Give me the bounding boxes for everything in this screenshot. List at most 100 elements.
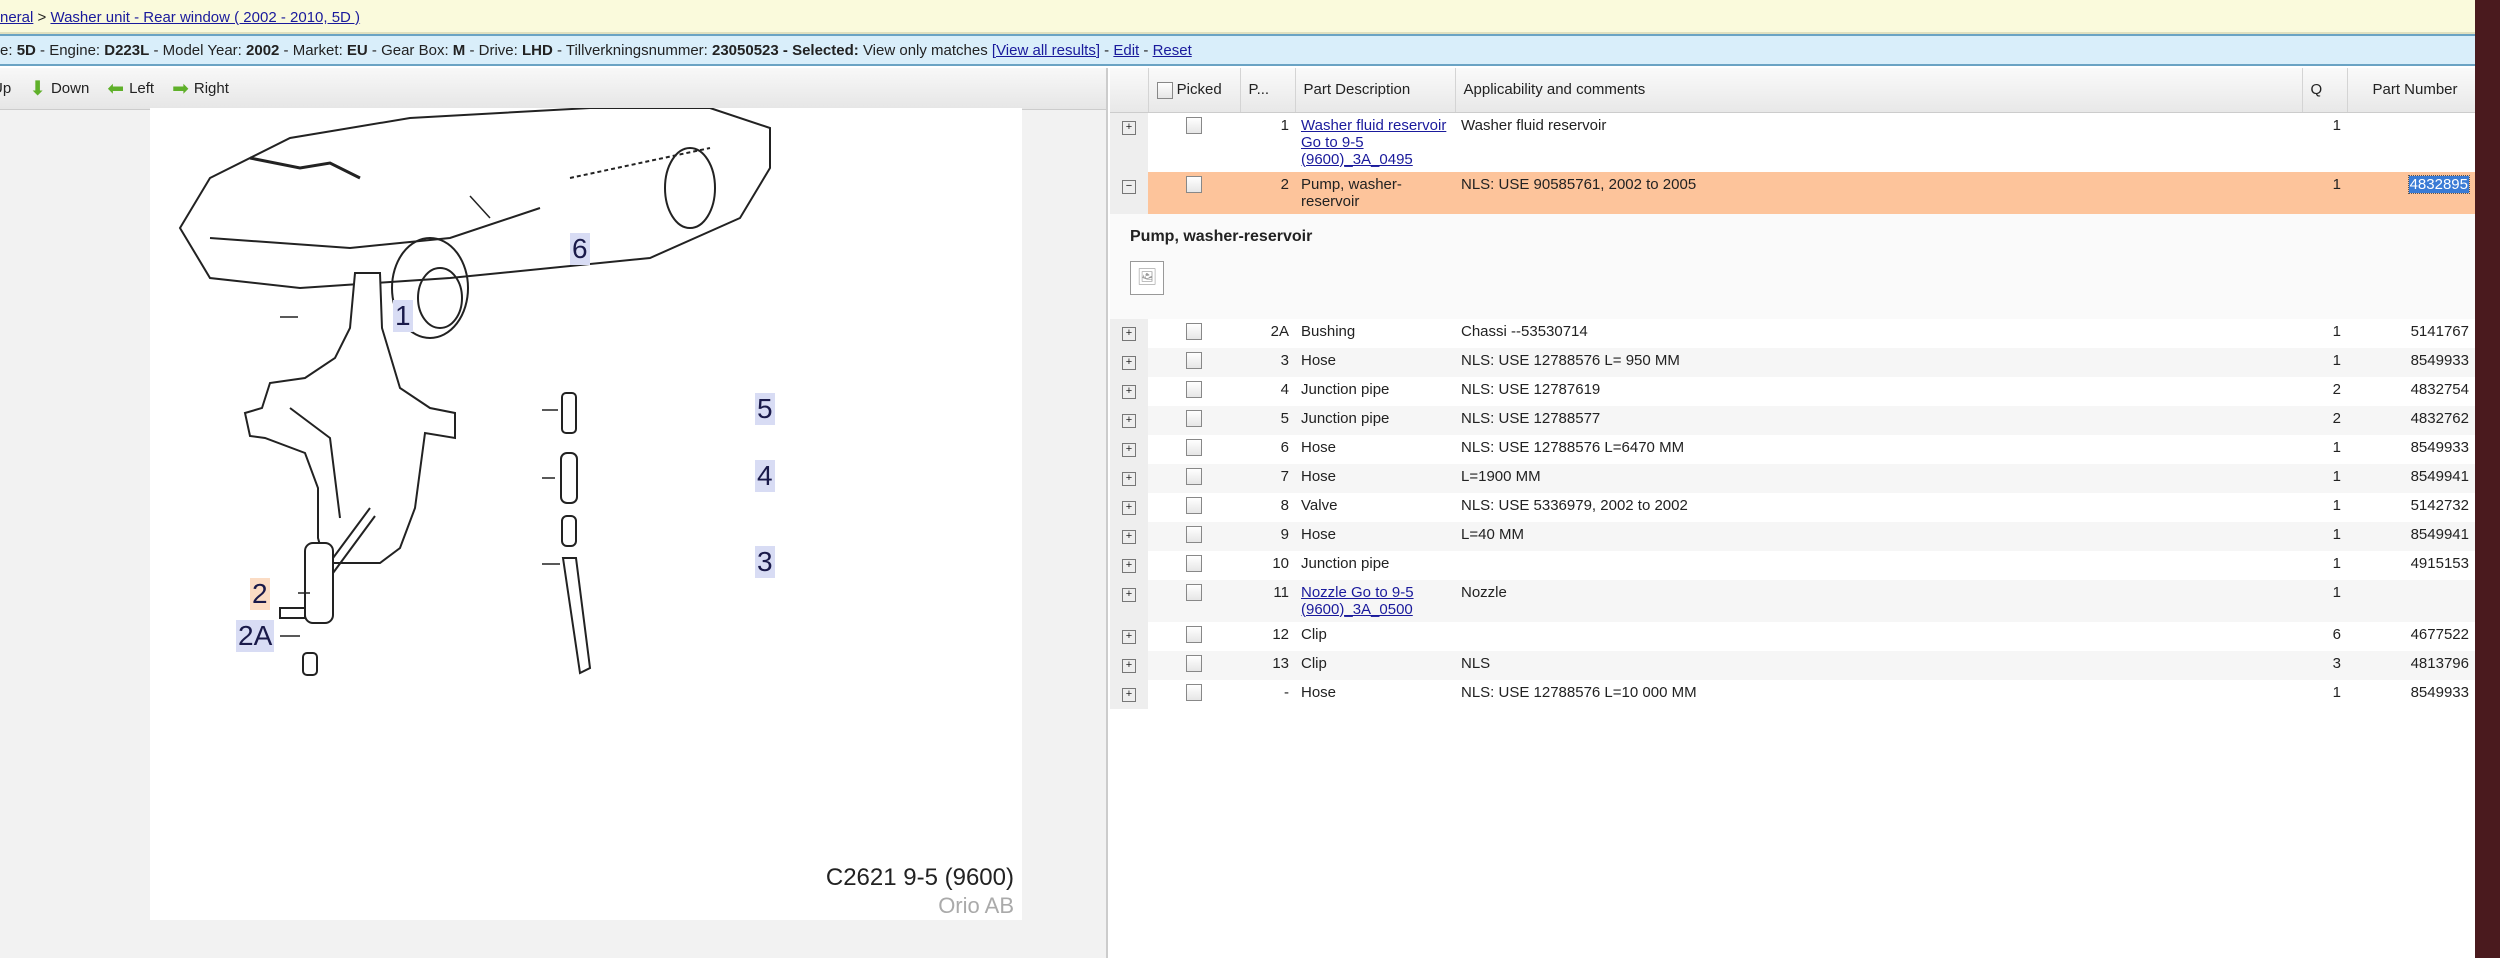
expand-icon[interactable]: + <box>1122 120 1136 135</box>
table-row[interactable]: + - Hose NLS: USE 12788576 L=10 000 MM 1… <box>1110 679 2475 709</box>
table-row[interactable]: + 11 Nozzle Go to 9-5 (9600)_3A_0500 Noz… <box>1110 579 2475 622</box>
parts-diagram[interactable]: 1 2 2A 3 4 5 6 C2621 9-5 (9600) Orio AB <box>150 107 1022 920</box>
callout-label-5[interactable]: 5 <box>755 393 775 425</box>
picked-checkbox[interactable] <box>1186 175 1202 193</box>
part-number[interactable]: 4677522 <box>2411 626 2469 643</box>
part-number-cell[interactable]: 8549933 <box>2347 680 2475 709</box>
view-all-results-link[interactable]: [View all results] <box>992 42 1100 59</box>
callout-label-1[interactable]: 1 <box>393 300 413 332</box>
picked-checkbox[interactable] <box>1186 380 1202 398</box>
expand-icon[interactable]: + <box>1122 629 1136 644</box>
part-number-cell[interactable] <box>2347 579 2475 622</box>
part-number[interactable]: 4832895 <box>2407 174 2471 194</box>
table-row[interactable]: + 2A Bushing Chassi --53530714 1 5141767 <box>1110 318 2475 348</box>
reset-link[interactable]: Reset <box>1153 42 1192 59</box>
part-number[interactable]: 4915153 <box>2411 555 2469 572</box>
quantity-column-header[interactable]: Q <box>2302 68 2348 113</box>
expand-icon[interactable]: + <box>1122 384 1136 399</box>
part-link[interactable]: Nozzle Go to 9-5 (9600)_3A_0500 <box>1301 584 1414 618</box>
part-number-cell[interactable]: 8549933 <box>2347 347 2475 377</box>
part-number-cell[interactable]: 4677522 <box>2347 622 2475 651</box>
part-number-cell[interactable]: 4832895 <box>2347 171 2475 214</box>
callout-label-6[interactable]: 6 <box>570 233 590 265</box>
down-button[interactable]: ⬇ Down <box>29 79 89 99</box>
up-button[interactable]: Up <box>0 80 11 97</box>
part-number[interactable]: 8549933 <box>2411 439 2469 456</box>
breadcrumb-current-link[interactable]: Washer unit - Rear window ( 2002 - 2010,… <box>50 9 360 26</box>
part-number-cell[interactable]: 8549941 <box>2347 521 2475 551</box>
part-number[interactable]: 4832762 <box>2411 410 2469 427</box>
expand-icon[interactable]: + <box>1122 471 1136 486</box>
part-number-cell[interactable]: 4813796 <box>2347 650 2475 680</box>
part-number-cell[interactable]: 4915153 <box>2347 551 2475 580</box>
breadcrumb-parent-link[interactable]: neral <box>0 9 33 26</box>
part-number-cell[interactable]: 8549933 <box>2347 435 2475 464</box>
table-row[interactable]: + 3 Hose NLS: USE 12788576 L= 950 MM 1 8… <box>1110 347 2475 377</box>
expand-icon[interactable]: + <box>1122 558 1136 573</box>
part-number[interactable]: 5141767 <box>2411 323 2469 340</box>
callout-label-2a[interactable]: 2A <box>236 620 275 652</box>
table-row-selected[interactable]: − 2 Pump, washer-reservoir NLS: USE 9058… <box>1110 171 2475 214</box>
picked-column-header[interactable]: Picked <box>1148 68 1241 113</box>
picked-checkbox[interactable] <box>1186 322 1202 340</box>
table-row[interactable]: + 1 Washer fluid reservoir Go to 9-5 (96… <box>1110 112 2475 172</box>
table-row[interactable]: + 12 Clip 6 4677522 <box>1110 621 2475 651</box>
expand-icon[interactable]: + <box>1122 500 1136 515</box>
part-number-column-header[interactable]: Part Number <box>2347 68 2476 113</box>
table-row[interactable]: + 5 Junction pipe NLS: USE 12788577 2 48… <box>1110 405 2475 435</box>
part-number[interactable]: 8549933 <box>2411 352 2469 369</box>
callout-label-2[interactable]: 2 <box>250 578 270 610</box>
expand-icon[interactable]: + <box>1122 413 1136 428</box>
part-number-cell[interactable]: 4832754 <box>2347 377 2475 406</box>
applicability-column-header[interactable]: Applicability and comments <box>1455 68 2303 113</box>
table-row[interactable]: + 6 Hose NLS: USE 12788576 L=6470 MM 1 8… <box>1110 434 2475 464</box>
collapse-icon[interactable]: − <box>1122 179 1136 194</box>
table-row[interactable]: + 10 Junction pipe 1 4915153 <box>1110 550 2475 580</box>
right-button[interactable]: ➡ Right <box>172 79 229 99</box>
edit-link[interactable]: Edit <box>1113 42 1139 59</box>
expand-icon[interactable]: + <box>1122 587 1136 602</box>
image-placeholder-icon[interactable]: 🖼 <box>1130 260 1164 295</box>
picked-checkbox[interactable] <box>1186 351 1202 369</box>
expand-icon[interactable]: + <box>1122 442 1136 457</box>
picked-checkbox[interactable] <box>1186 467 1202 485</box>
part-number[interactable]: 5142732 <box>2411 497 2469 514</box>
part-number[interactable]: 4832754 <box>2411 381 2469 398</box>
callout-label-4[interactable]: 4 <box>755 460 775 492</box>
select-all-checkbox[interactable] <box>1156 81 1173 99</box>
picked-checkbox[interactable] <box>1186 438 1202 456</box>
position-column-header[interactable]: P... <box>1240 68 1296 113</box>
table-row[interactable]: + 7 Hose L=1900 MM 1 8549941 <box>1110 463 2475 493</box>
part-number[interactable]: 8549933 <box>2411 684 2469 701</box>
part-number-cell[interactable]: 5142732 <box>2347 493 2475 522</box>
picked-checkbox[interactable] <box>1186 116 1202 134</box>
part-number-cell[interactable] <box>2347 112 2475 172</box>
part-number[interactable]: 4813796 <box>2411 655 2469 672</box>
table-row[interactable]: + 13 Clip NLS 3 4813796 <box>1110 650 2475 680</box>
picked-checkbox[interactable] <box>1186 409 1202 427</box>
picked-checkbox[interactable] <box>1186 583 1202 601</box>
picked-checkbox[interactable] <box>1186 554 1202 572</box>
part-number[interactable]: 8549941 <box>2411 526 2469 543</box>
picked-checkbox[interactable] <box>1186 625 1202 643</box>
picked-checkbox[interactable] <box>1186 654 1202 672</box>
picked-checkbox[interactable] <box>1186 683 1202 701</box>
table-row[interactable]: + 4 Junction pipe NLS: USE 12787619 2 48… <box>1110 376 2475 406</box>
part-link[interactable]: Washer fluid reservoir Go to 9-5 (9600)_… <box>1301 117 1446 168</box>
expand-icon[interactable]: + <box>1122 326 1136 341</box>
part-number-cell[interactable]: 5141767 <box>2347 319 2475 348</box>
expand-icon[interactable]: + <box>1122 355 1136 370</box>
part-number-cell[interactable]: 8549941 <box>2347 463 2475 493</box>
table-row[interactable]: + 8 Valve NLS: USE 5336979, 2002 to 2002… <box>1110 492 2475 522</box>
picked-checkbox[interactable] <box>1186 525 1202 543</box>
part-number-cell[interactable]: 4832762 <box>2347 405 2475 435</box>
table-row[interactable]: + 9 Hose L=40 MM 1 8549941 <box>1110 521 2475 551</box>
expand-icon[interactable]: + <box>1122 658 1136 673</box>
part-number[interactable]: 8549941 <box>2411 468 2469 485</box>
callout-label-3[interactable]: 3 <box>755 546 775 578</box>
expand-icon[interactable]: + <box>1122 529 1136 544</box>
left-button[interactable]: ⬅ Left <box>107 79 154 99</box>
description-column-header[interactable]: Part Description <box>1295 68 1456 113</box>
picked-checkbox[interactable] <box>1186 496 1202 514</box>
expand-icon[interactable]: + <box>1122 687 1136 702</box>
